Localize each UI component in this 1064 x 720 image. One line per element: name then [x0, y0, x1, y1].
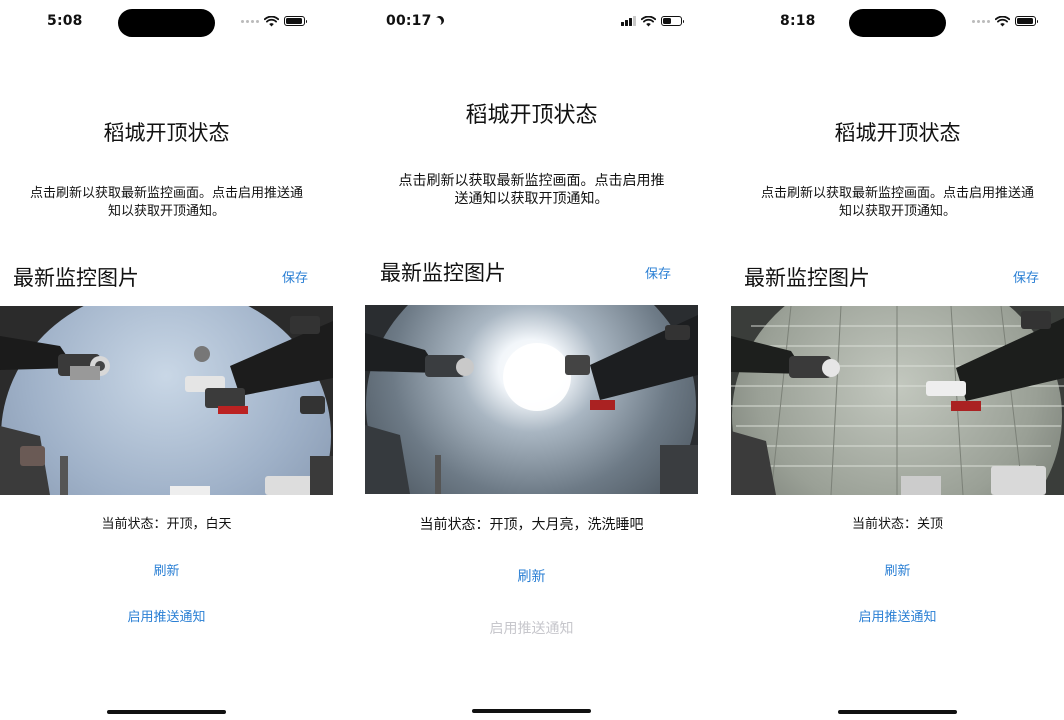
monitor-image [731, 306, 1064, 495]
status-label: 当前状态： [419, 517, 490, 533]
wifi-icon [264, 15, 279, 26]
page-title: 稻城开顶状态 [103, 121, 230, 145]
home-indicator[interactable] [472, 709, 591, 713]
battery-icon [284, 16, 307, 26]
status-value: 开顶，白天 [166, 517, 232, 532]
instructions-text: 点击刷新以获取最新监控画面。点击启用推送通知以获取开顶通知。 [760, 186, 1034, 219]
monitor-image [365, 305, 698, 494]
page-title: 稻城开顶状态 [834, 121, 961, 145]
status-label: 当前状态： [101, 517, 167, 532]
status-value: 关顶 [917, 517, 944, 532]
fisheye-camera-image-day [0, 306, 333, 495]
save-button[interactable]: 保存 [1013, 267, 1039, 286]
status-label: 当前状态： [851, 517, 917, 532]
status-time: 00:17 [386, 13, 444, 29]
no-signal-icon [241, 19, 259, 23]
status-icons [621, 14, 684, 28]
section-title-latest-image: 最新监控图片 [744, 266, 870, 290]
save-button[interactable]: 保存 [645, 263, 671, 282]
save-button[interactable]: 保存 [282, 267, 308, 286]
phone-screen-1: 5:08 稻城开顶状态 点击刷新以获取最新监控画面。点击启用推送通知以获取开顶通… [0, 0, 333, 720]
enable-push-button[interactable]: 启用推送通知 [0, 606, 333, 625]
status-icons [972, 14, 1038, 28]
status-value: 开顶，大月亮，洗洗睡吧 [489, 517, 644, 533]
wifi-icon [995, 15, 1010, 26]
enable-push-button[interactable]: 启用推送通知 [731, 606, 1064, 625]
page-title: 稻城开顶状态 [465, 103, 598, 128]
section-title-latest-image: 最新监控图片 [380, 261, 506, 285]
battery-icon [661, 16, 684, 26]
status-bar: 00:17 [365, 0, 698, 44]
home-indicator[interactable] [107, 710, 226, 714]
fisheye-camera-image-closed-roof [731, 306, 1064, 495]
cellular-signal-icon [621, 16, 636, 26]
dynamic-island [849, 9, 946, 37]
status-bar: 5:08 [0, 0, 333, 44]
current-status: 当前状态：开顶，大月亮，洗洗睡吧 [365, 514, 698, 534]
no-signal-icon [972, 19, 990, 23]
section-title-latest-image: 最新监控图片 [13, 266, 139, 290]
moon-icon [433, 14, 445, 26]
status-bar: 8:18 [731, 0, 1064, 44]
refresh-button[interactable]: 刷新 [365, 566, 698, 586]
refresh-button[interactable]: 刷新 [731, 560, 1064, 579]
current-status: 当前状态：关顶 [731, 513, 1064, 532]
home-indicator[interactable] [838, 710, 957, 714]
wifi-icon [641, 15, 656, 26]
battery-icon [1015, 16, 1038, 26]
status-time: 5:08 [47, 13, 83, 29]
status-time-text: 00:17 [386, 13, 432, 29]
instructions-text: 点击刷新以获取最新监控画面。点击启用推送通知以获取开顶通知。 [398, 173, 665, 207]
status-time: 8:18 [780, 13, 816, 29]
phone-screen-3: 8:18 稻城开顶状态 点击刷新以获取最新监控画面。点击启用推送通知以获取开顶通… [731, 0, 1064, 720]
refresh-button[interactable]: 刷新 [0, 560, 333, 579]
dynamic-island [118, 9, 215, 37]
fisheye-camera-image-night [365, 305, 698, 494]
instructions-text: 点击刷新以获取最新监控画面。点击启用推送通知以获取开顶通知。 [29, 186, 303, 219]
status-icons [241, 14, 307, 28]
phone-screen-2: 00:17 稻城开顶状态 点击刷新以获取最新监控画面。点击启用推送通知以获取开顶… [365, 0, 698, 720]
monitor-image [0, 306, 333, 495]
current-status: 当前状态：开顶，白天 [0, 513, 333, 532]
enable-push-button-disabled: 启用推送通知 [489, 621, 574, 637]
screenshot-collage: 5:08 稻城开顶状态 点击刷新以获取最新监控画面。点击启用推送通知以获取开顶通… [0, 0, 1064, 720]
